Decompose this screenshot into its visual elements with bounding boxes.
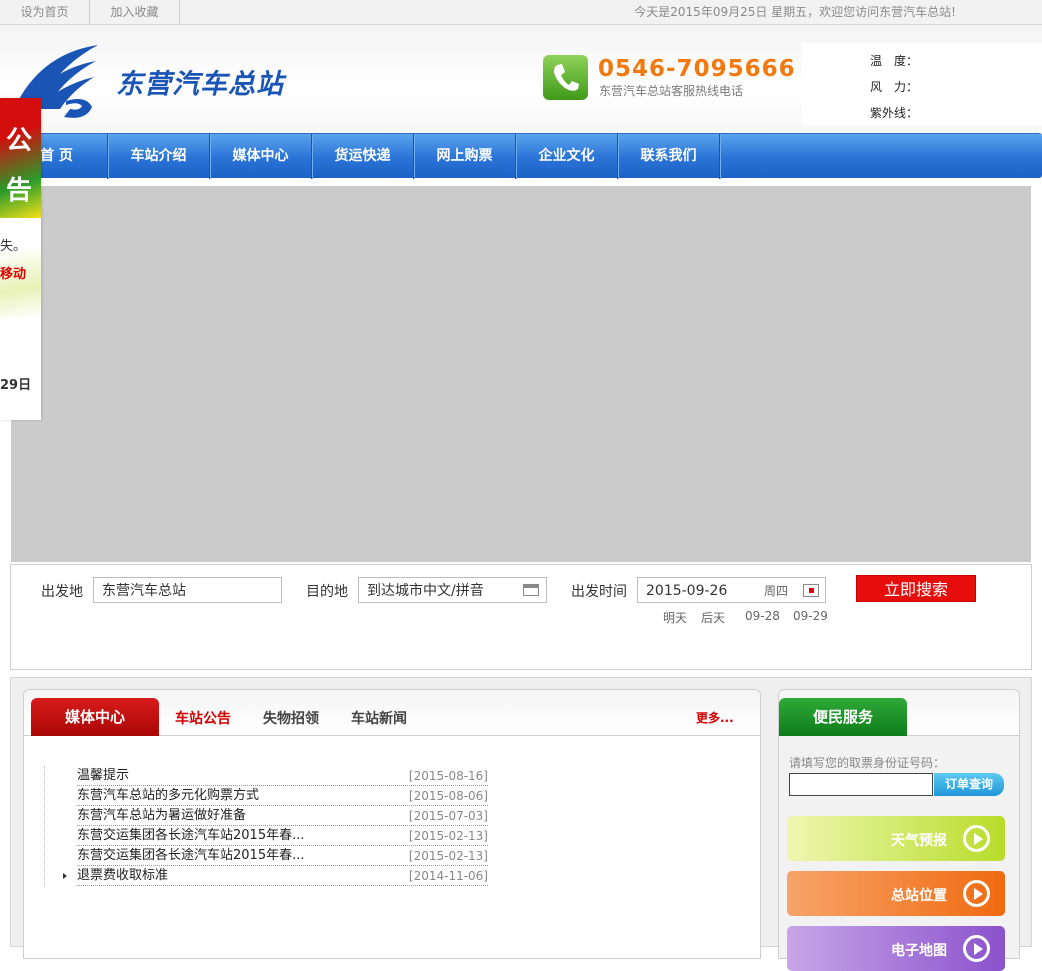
search-button[interactable]: 立即搜索 (856, 575, 976, 602)
news-date: [2015-02-13] (408, 829, 488, 843)
news-date: [2015-02-13] (408, 849, 488, 863)
quick-date-0928[interactable]: 09-28 (745, 609, 780, 623)
news-date: [2014-11-06] (408, 869, 488, 883)
news-item[interactable]: 东营汽车总站的多元化购票方式 [2015-08-06] (77, 786, 488, 806)
weather-wind-label: 风 力： (870, 80, 919, 94)
date-input[interactable]: 2015-09-26 周四 (637, 577, 826, 603)
nav-media-center[interactable]: 媒体中心 (210, 134, 312, 179)
quick-date-day-after[interactable]: 后天 (701, 609, 725, 626)
e-map-label: 电子地图 (891, 943, 947, 959)
service-box: 便民服务 请填写您的取票身份证号码： 订单查询 天气预报 总站位置 电子地图 (778, 689, 1020, 971)
order-id-hint: 请填写您的取票身份证号码： (789, 756, 946, 770)
news-item[interactable]: 东营交运集团各长途汽车站2015年春... [2015-02-13] (77, 826, 488, 846)
news-item[interactable]: 退票费收取标准 [2014-11-06] (63, 866, 488, 886)
nav-freight[interactable]: 货运快递 (312, 134, 414, 179)
station-location-card[interactable]: 总站位置 (787, 871, 1005, 916)
dest-label: 目的地 (306, 584, 348, 600)
media-tabs: 媒体中心 车站公告 失物招领 车站新闻 更多... (24, 690, 760, 736)
set-home-link[interactable]: 设为首页 (0, 0, 90, 25)
welcome-text: 今天是2015年09月25日 星期五，欢迎您访问东营汽车总站! (634, 5, 956, 19)
floating-notice[interactable]: 公 告 失。 移动 29日 (0, 98, 41, 420)
tab-station-notice[interactable]: 车站公告 (175, 708, 231, 728)
site-name: 东营汽车总站 (116, 69, 284, 100)
order-id-input[interactable] (789, 773, 933, 796)
news-title[interactable]: 东营交运集团各长途汽车站2015年春... (77, 828, 304, 843)
main-nav: 首 页 车站介绍 媒体中心 货运快递 网上购票 企业文化 联系我们 (0, 133, 1042, 179)
tab-station-news[interactable]: 车站新闻 (351, 708, 407, 728)
hotline-number: 0546-7095666 (598, 56, 796, 82)
date-value: 2015-09-26 (646, 583, 728, 599)
news-list: 温馨提示 [2015-08-16] 东营汽车总站的多元化购票方式 [2015-08-… (44, 766, 488, 886)
weather-uv-label: 紫外线： (870, 106, 919, 120)
tab-lost-found[interactable]: 失物招领 (263, 708, 319, 728)
time-label: 出发时间 (571, 584, 627, 600)
media-center-box: 媒体中心 车站公告 失物招领 车站新闻 更多... 温馨提示 [2015-08-1… (23, 689, 761, 959)
depart-label: 出发地 (41, 584, 83, 600)
play-icon (963, 935, 990, 962)
news-item[interactable]: 温馨提示 [2015-08-16] (77, 766, 488, 786)
notice-text-1: 失。 (0, 239, 27, 254)
nav-online-ticket[interactable]: 网上购票 (414, 134, 516, 179)
add-favorite-link[interactable]: 加入收藏 (90, 0, 180, 25)
top-bar: 设为首页 加入收藏 今天是2015年09月25日 星期五，欢迎您访问东营汽车总站… (0, 0, 1042, 25)
order-query-button[interactable]: 订单查询 (934, 773, 1004, 796)
city-picker-icon[interactable] (523, 584, 539, 596)
play-icon (963, 825, 990, 852)
banner-area (11, 186, 1031, 562)
ticket-search-box: 出发地 东营汽车总站 目的地 到达城市中文/拼音 出发时间 2015-09-26… (10, 564, 1032, 670)
bullet-icon (63, 873, 67, 879)
more-link[interactable]: 更多... (696, 709, 734, 726)
news-date: [2015-07-03] (408, 809, 488, 823)
news-title[interactable]: 东营汽车总站的多元化购票方式 (77, 788, 259, 803)
weather-forecast-label: 天气预报 (891, 833, 947, 849)
weather-temperature-label: 温 度： (870, 54, 919, 68)
notice-text-3: 29日 (0, 378, 32, 393)
weekday-label: 周四 (764, 584, 789, 598)
notice-title-char-1: 公 (6, 126, 33, 156)
dest-input[interactable]: 到达城市中文/拼音 (358, 577, 547, 603)
depart-input[interactable]: 东营汽车总站 (93, 577, 282, 603)
hotline-label: 东营汽车总站客服热线电话 (599, 84, 744, 98)
notice-text-2: 移动 (0, 267, 27, 282)
notice-title-char-2: 告 (6, 176, 33, 206)
dest-placeholder: 到达城市中文/拼音 (367, 583, 484, 599)
service-title: 便民服务 (779, 698, 907, 736)
nav-station-intro[interactable]: 车站介绍 (108, 134, 210, 179)
calendar-icon[interactable] (803, 584, 819, 597)
news-item[interactable]: 东营交运集团各长途汽车站2015年春... [2015-02-13] (77, 846, 488, 866)
site-header: 东营汽车总站 0546-7095666 东营汽车总站客服热线电话 温 度： 风 … (0, 25, 1042, 133)
service-header: 便民服务 (779, 690, 1019, 736)
notice-header: 公 告 (0, 98, 41, 218)
nav-contact[interactable]: 联系我们 (618, 134, 720, 179)
weather-forecast-card[interactable]: 天气预报 (787, 816, 1005, 861)
news-title[interactable]: 东营交运集团各长途汽车站2015年春... (77, 848, 304, 863)
quick-date-0929[interactable]: 09-29 (793, 609, 828, 623)
quick-date-tomorrow[interactable]: 明天 (663, 609, 687, 626)
nav-culture[interactable]: 企业文化 (516, 134, 618, 179)
weather-box: 温 度： 风 力： 紫外线： (802, 43, 1042, 125)
tab-media-center[interactable]: 媒体中心 (31, 698, 159, 736)
e-map-card[interactable]: 电子地图 (787, 926, 1005, 971)
station-location-label: 总站位置 (891, 888, 947, 904)
news-title[interactable]: 温馨提示 (77, 768, 129, 783)
phone-icon (543, 55, 588, 100)
news-title[interactable]: 东营汽车总站为暑运做好准备 (77, 808, 246, 823)
news-item[interactable]: 东营汽车总站为暑运做好准备 [2015-07-03] (77, 806, 488, 826)
play-icon (963, 880, 990, 907)
news-date: [2015-08-06] (408, 789, 488, 803)
news-date: [2015-08-16] (408, 769, 488, 783)
content-panel: 媒体中心 车站公告 失物招领 车站新闻 更多... 温馨提示 [2015-08-1… (10, 677, 1032, 971)
news-title[interactable]: 退票费收取标准 (77, 868, 168, 883)
